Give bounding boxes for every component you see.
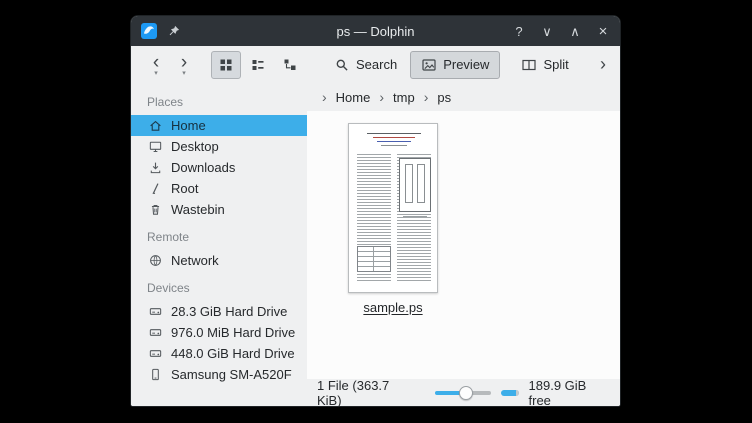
search-button[interactable]: Search — [323, 51, 408, 79]
sidebar-item-label: 976.0 MiB Hard Drive — [171, 325, 295, 340]
toolbar: ‹ ▾ › ▾ — [131, 46, 620, 83]
sidebar-item-drive-2[interactable]: 976.0 MiB Hard Drive — [131, 322, 307, 343]
thumbnail-figure — [399, 158, 431, 212]
hard-drive-icon — [148, 346, 163, 361]
forward-button[interactable]: › ▾ — [171, 53, 197, 77]
tree-view-button[interactable] — [275, 51, 305, 79]
network-icon — [148, 253, 163, 268]
split-icon — [521, 57, 537, 73]
hard-drive-icon — [148, 304, 163, 319]
desktop-icon — [148, 139, 163, 154]
places-panel: Places Home Desktop — [131, 83, 307, 406]
preview-icon — [421, 57, 437, 73]
remote-section-header: Remote — [147, 230, 307, 244]
sidebar-item-label: Wastebin — [171, 202, 225, 217]
downloads-icon — [148, 160, 163, 175]
places-section-header: Places — [147, 95, 307, 109]
icons-view-button[interactable] — [211, 51, 241, 79]
zoom-slider-handle[interactable] — [459, 386, 473, 400]
sidebar-item-home[interactable]: Home — [131, 115, 307, 136]
sidebar-item-root[interactable]: Root — [131, 178, 307, 199]
sidebar-item-downloads[interactable]: Downloads — [131, 157, 307, 178]
postscript-preview-thumbnail — [348, 123, 438, 293]
back-dropdown-icon: ▾ — [154, 70, 158, 77]
dolphin-app-icon — [141, 23, 157, 39]
devices-section-header: Devices — [147, 281, 307, 295]
dolphin-window: ps — Dolphin ? ∨ ∧ × ‹ ▾ › ▾ — [130, 15, 621, 407]
sidebar-item-phone[interactable]: Samsung SM-A520F — [131, 364, 307, 385]
free-space-label: 189.9 GiB free — [529, 378, 610, 408]
search-icon — [334, 57, 350, 73]
pin-icon[interactable] — [167, 24, 181, 38]
breadcrumb-separator-icon: › — [379, 89, 384, 105]
split-button[interactable]: Split — [510, 51, 579, 79]
preview-label: Preview — [443, 57, 489, 72]
details-view-button[interactable] — [243, 51, 273, 79]
root-icon — [148, 181, 163, 196]
icons-view-icon — [218, 57, 234, 73]
tree-view-icon — [282, 57, 298, 73]
breadcrumb-separator-icon: › — [322, 89, 327, 105]
thumbnail-table — [357, 246, 391, 272]
breadcrumb-separator-icon: › — [424, 89, 429, 105]
toolbar-overflow-button[interactable]: › — [598, 54, 608, 75]
zoom-slider[interactable] — [435, 386, 491, 400]
breadcrumb-item-tmp[interactable]: tmp — [393, 90, 415, 105]
hard-drive-icon — [148, 325, 163, 340]
sidebar-item-wastebin[interactable]: Wastebin — [131, 199, 307, 220]
breadcrumb: › Home › tmp › ps — [307, 83, 620, 111]
minimize-button[interactable]: ∨ — [540, 25, 554, 38]
sidebar-item-label: Root — [171, 181, 198, 196]
status-summary: 1 File (363.7 KiB) — [317, 378, 415, 408]
screen: ps — Dolphin ? ∨ ∧ × ‹ ▾ › ▾ — [0, 0, 752, 423]
file-item-sample-ps[interactable]: sample.ps — [335, 123, 451, 315]
status-bar: 1 File (363.7 KiB) 189.9 GiB free — [307, 379, 620, 406]
sidebar-item-label: Samsung SM-A520F — [171, 367, 292, 382]
sidebar-item-desktop[interactable]: Desktop — [131, 136, 307, 157]
wastebin-icon — [148, 202, 163, 217]
back-button[interactable]: ‹ ▾ — [143, 53, 169, 77]
split-label: Split — [543, 57, 568, 72]
help-button[interactable]: ? — [512, 25, 526, 38]
home-icon — [148, 118, 163, 133]
sidebar-item-drive-3[interactable]: 448.0 GiB Hard Drive — [131, 343, 307, 364]
file-name-label[interactable]: sample.ps — [363, 300, 422, 315]
breadcrumb-item-ps[interactable]: ps — [437, 90, 451, 105]
breadcrumb-item-home[interactable]: Home — [336, 90, 371, 105]
disk-capacity-bar — [501, 390, 519, 396]
sidebar-item-label: 28.3 GiB Hard Drive — [171, 304, 287, 319]
search-label: Search — [356, 57, 397, 72]
forward-dropdown-icon: ▾ — [182, 70, 186, 77]
maximize-button[interactable]: ∧ — [568, 25, 582, 38]
sidebar-item-drive-1[interactable]: 28.3 GiB Hard Drive — [131, 301, 307, 322]
sidebar-item-label: Desktop — [171, 139, 219, 154]
sidebar-item-network[interactable]: Network — [131, 250, 307, 271]
sidebar-item-label: 448.0 GiB Hard Drive — [171, 346, 295, 361]
sidebar-item-label: Network — [171, 253, 219, 268]
sidebar-item-label: Home — [171, 118, 206, 133]
preview-toggle-button[interactable]: Preview — [410, 51, 500, 79]
titlebar[interactable]: ps — Dolphin ? ∨ ∧ × — [131, 16, 620, 46]
sidebar-item-label: Downloads — [171, 160, 235, 175]
close-button[interactable]: × — [596, 24, 610, 39]
folder-view[interactable]: sample.ps — [307, 111, 620, 379]
details-view-icon — [250, 57, 266, 73]
phone-icon — [148, 367, 163, 382]
